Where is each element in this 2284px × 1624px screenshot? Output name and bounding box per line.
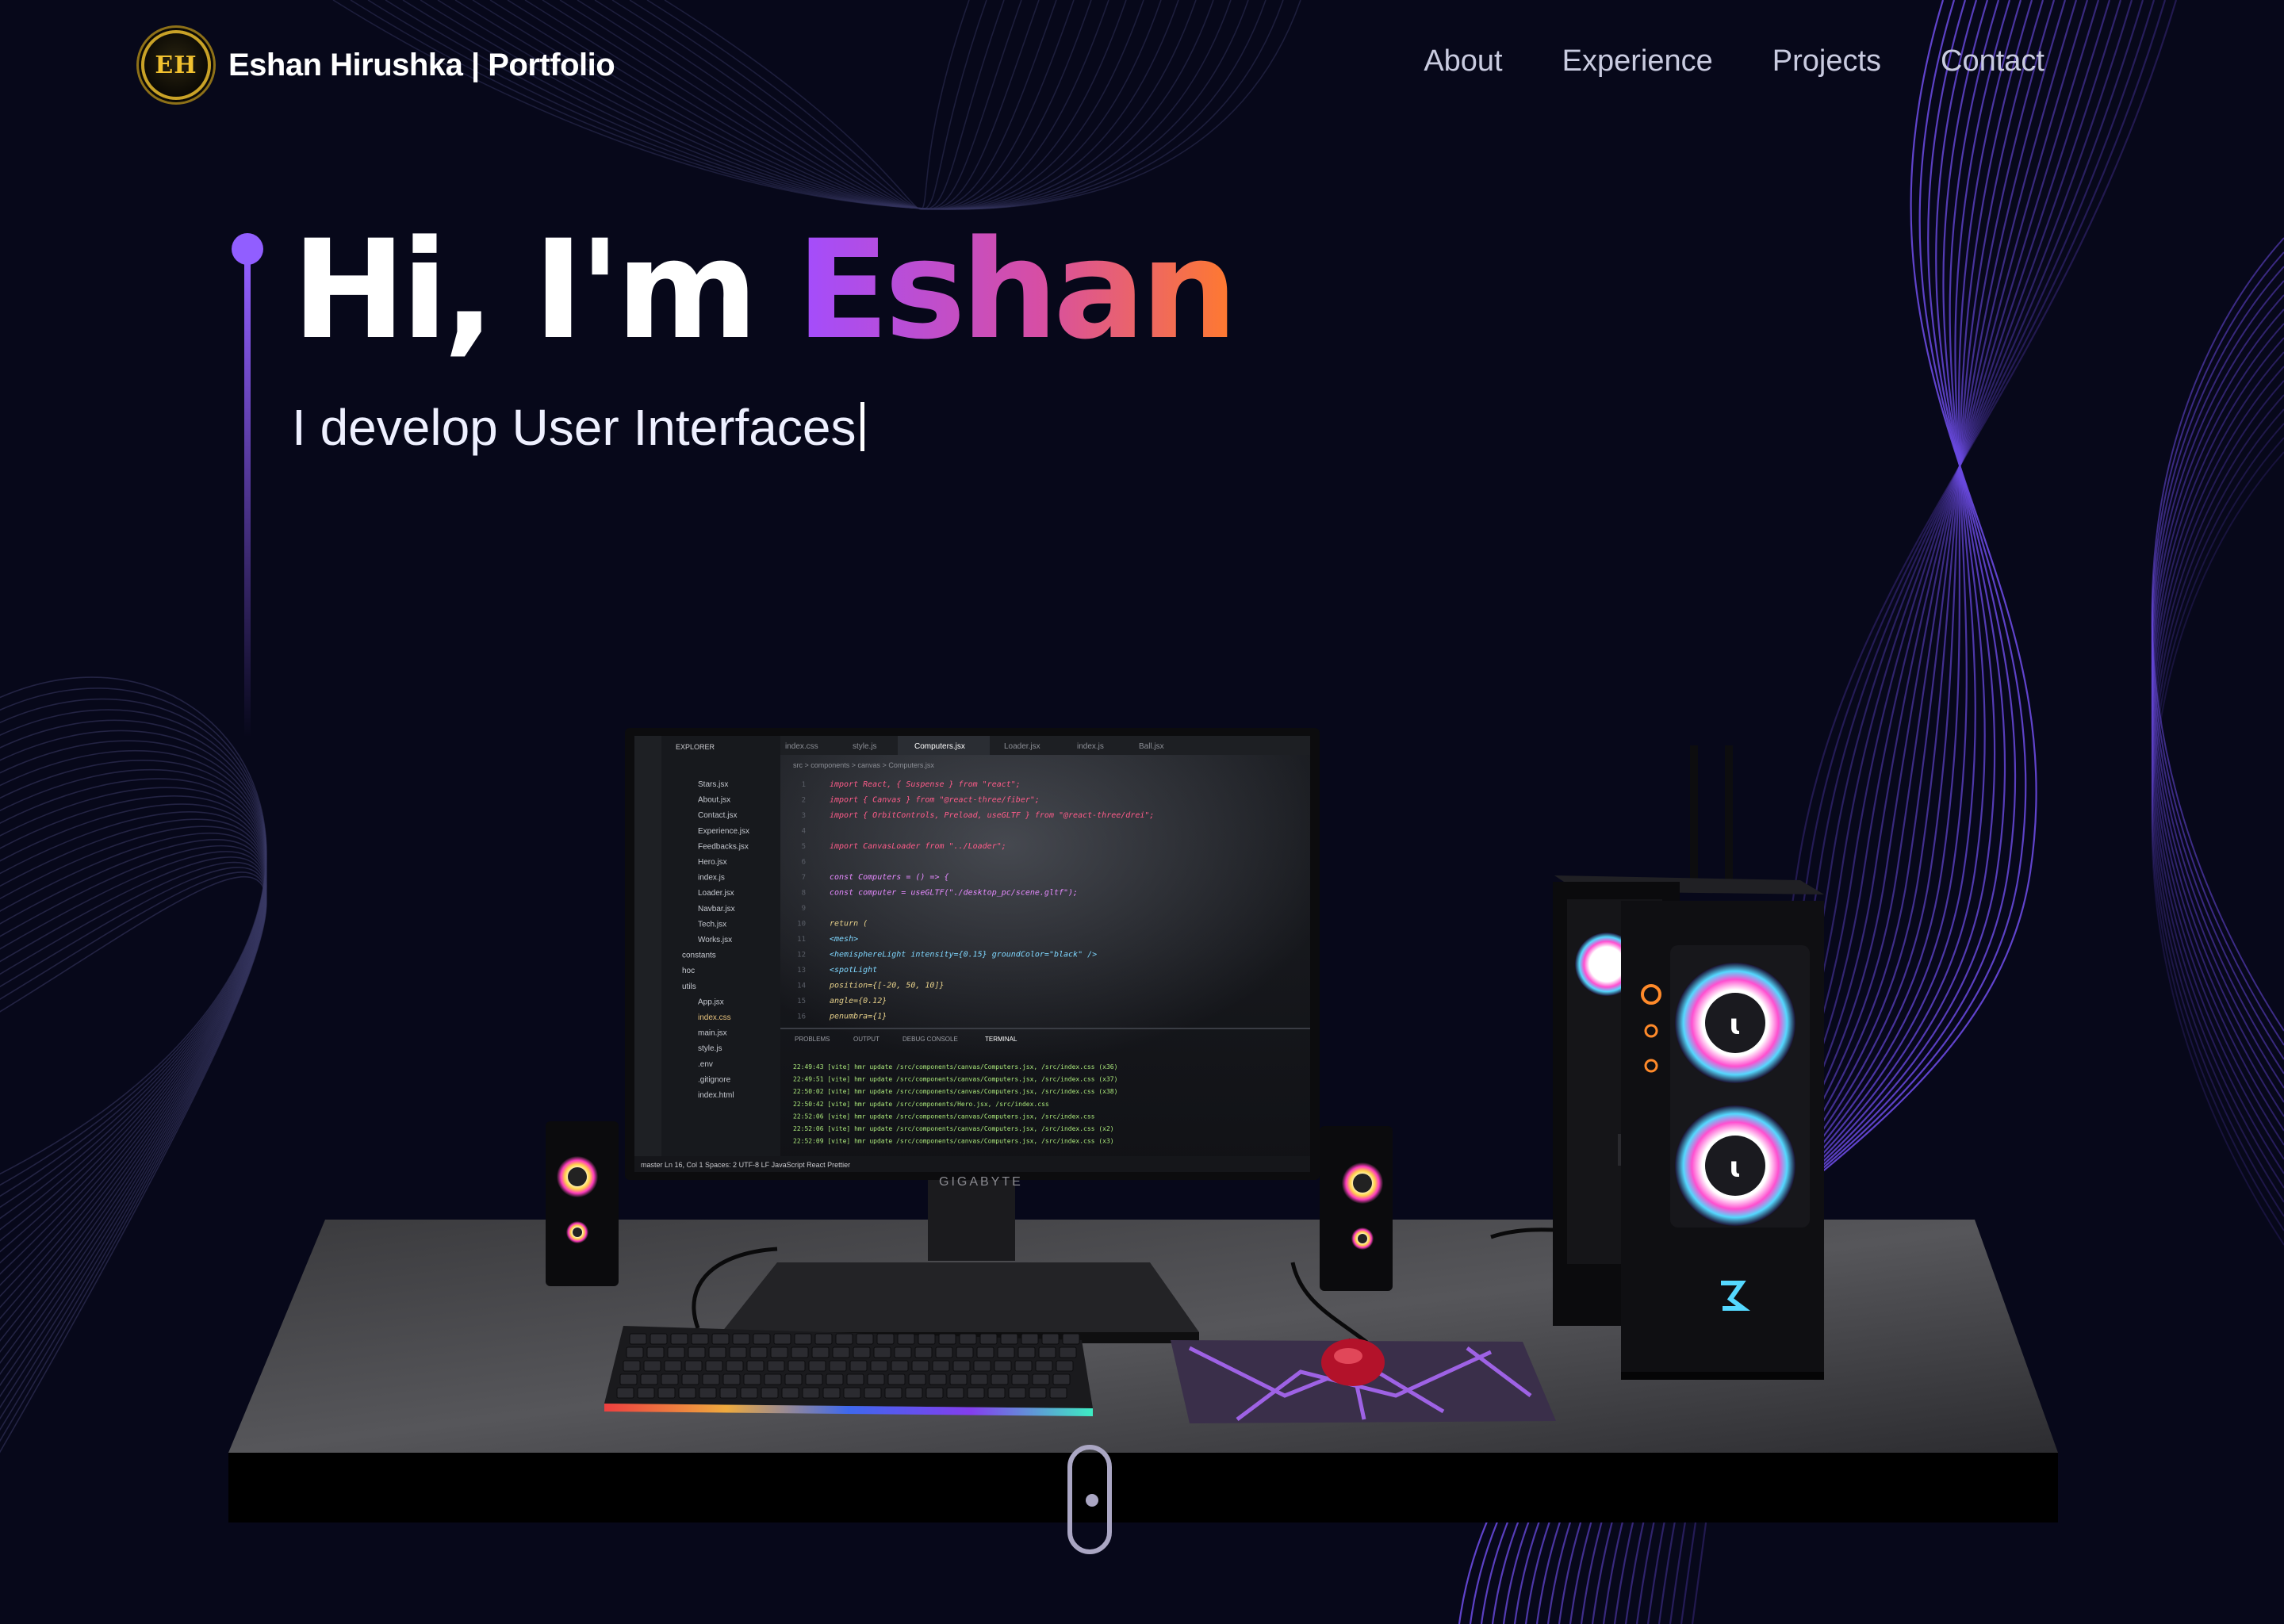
terminal-line: 22:52:09 [vite] hmr update /src/componen… <box>793 1138 1114 1145</box>
terminal-line: 22:50:02 [vite] hmr update /src/componen… <box>793 1088 1117 1095</box>
code-line-number: 16 <box>797 1013 806 1021</box>
desk-setup-scene[interactable]: GIGABYTE EXPLORER index.css style.js Comput… <box>0 0 2284 1624</box>
panel-tab[interactable]: OUTPUT <box>853 1036 879 1043</box>
pc-case: ɩ ɩ <box>1553 745 1824 1380</box>
code-line-number: 13 <box>797 967 806 975</box>
scroll-mouse-icon[interactable] <box>1067 1445 1112 1554</box>
code-line-number: 8 <box>802 890 806 898</box>
code-line-number: 9 <box>802 905 806 913</box>
explorer-file[interactable]: main.jsx <box>698 1029 727 1038</box>
code-line-number: 7 <box>802 874 806 882</box>
explorer-file[interactable]: .gitignore <box>698 1075 731 1084</box>
explorer-file[interactable]: Contact.jsx <box>698 811 737 820</box>
code-line: const Computers = () => { <box>830 873 949 882</box>
explorer-file[interactable]: index.html <box>698 1091 734 1100</box>
explorer-title: EXPLORER <box>676 743 715 751</box>
code-line: angle={0.12} <box>830 997 887 1005</box>
terminal-line: 22:52:06 [vite] hmr update /src/componen… <box>793 1113 1095 1120</box>
code-line: const computer = useGLTF("./desktop_pc/s… <box>830 889 1078 898</box>
explorer-file[interactable]: Feedbacks.jsx <box>698 842 749 851</box>
explorer-file[interactable]: App.jsx <box>698 998 724 1006</box>
explorer-file[interactable]: utils <box>682 982 696 991</box>
code-line-number: 11 <box>797 936 806 944</box>
code-line-number: 3 <box>802 812 806 820</box>
editor-tab[interactable]: Computers.jsx <box>914 742 965 751</box>
mouse <box>1321 1339 1385 1386</box>
explorer-file[interactable]: .env <box>698 1060 713 1069</box>
explorer-file[interactable]: Stars.jsx <box>698 780 728 789</box>
keyboard <box>604 1326 1093 1416</box>
code-line: <hemisphereLight intensity={0.15} ground… <box>830 951 1097 959</box>
code-line-number: 5 <box>802 843 806 851</box>
monitor-brand: GIGABYTE <box>939 1175 1023 1189</box>
explorer-file[interactable]: style.js <box>698 1044 722 1053</box>
code-line: import CanvasLoader from "../Loader"; <box>830 842 1006 851</box>
code-line-number: 10 <box>797 921 806 929</box>
fan-logo-bottom: ɩ <box>1729 1151 1742 1184</box>
code-line-number: 14 <box>797 982 806 990</box>
terminal-line: 22:49:51 [vite] hmr update /src/componen… <box>793 1076 1117 1083</box>
editor-tab[interactable]: style.js <box>853 742 877 751</box>
code-line: import React, { Suspense } from "react"; <box>830 780 1021 789</box>
editor-tab[interactable]: Ball.jsx <box>1139 742 1164 751</box>
code-line-number: 1 <box>802 781 806 789</box>
code-line-number: 4 <box>802 828 806 836</box>
code-line: import { OrbitControls, Preload, useGLTF… <box>830 811 1154 820</box>
fan-logo-top: ɩ <box>1729 1009 1742 1041</box>
speaker-left <box>546 1121 619 1286</box>
editor-status-bar: master Ln 16, Col 1 Spaces: 2 UTF-8 LF J… <box>641 1161 850 1169</box>
code-line: position={[-20, 50, 10]} <box>829 982 945 990</box>
code-line: return ( <box>830 920 868 929</box>
explorer-file[interactable]: index.css <box>698 1013 731 1022</box>
code-line: penumbra={1} <box>829 1013 887 1021</box>
explorer-file[interactable]: About.jsx <box>698 796 730 805</box>
speaker-right <box>1320 1126 1393 1291</box>
terminal-line: 22:49:43 [vite] hmr update /src/componen… <box>793 1063 1117 1071</box>
editor-tab[interactable]: Loader.jsx <box>1004 742 1040 751</box>
explorer-file[interactable]: Works.jsx <box>698 936 732 944</box>
code-line-number: 15 <box>797 998 806 1005</box>
explorer-file[interactable]: index.js <box>698 874 725 883</box>
explorer-file[interactable]: constants <box>682 952 716 960</box>
terminal-line: 22:52:06 [vite] hmr update /src/componen… <box>793 1125 1114 1132</box>
panel-tab[interactable]: PROBLEMS <box>795 1036 830 1043</box>
editor-breadcrumb: src > components > canvas > Computers.js… <box>793 761 934 769</box>
editor-tab[interactable]: index.css <box>785 742 818 751</box>
editor-tab[interactable]: index.js <box>1077 742 1104 751</box>
explorer-file[interactable]: Navbar.jsx <box>698 905 735 914</box>
code-line: import { Canvas } from "@react-three/fib… <box>830 796 1040 805</box>
code-line-number: 2 <box>802 797 806 805</box>
terminal-line: 22:50:42 [vite] hmr update /src/componen… <box>793 1101 1049 1108</box>
explorer-file[interactable]: Hero.jsx <box>698 858 727 867</box>
code-line-number: 12 <box>797 952 806 959</box>
explorer-file[interactable]: Tech.jsx <box>698 920 726 929</box>
panel-tab[interactable]: TERMINAL <box>985 1036 1017 1043</box>
explorer-file[interactable]: Loader.jsx <box>698 889 734 898</box>
explorer-file[interactable]: hoc <box>682 967 695 975</box>
panel-tab[interactable]: DEBUG CONSOLE <box>902 1036 958 1043</box>
code-line-number: 6 <box>802 859 806 867</box>
explorer-file[interactable]: Experience.jsx <box>698 827 749 836</box>
code-line: <spotLight <box>830 966 877 975</box>
code-line: <mesh> <box>830 935 858 944</box>
scroll-indicator-dot <box>1086 1494 1098 1507</box>
